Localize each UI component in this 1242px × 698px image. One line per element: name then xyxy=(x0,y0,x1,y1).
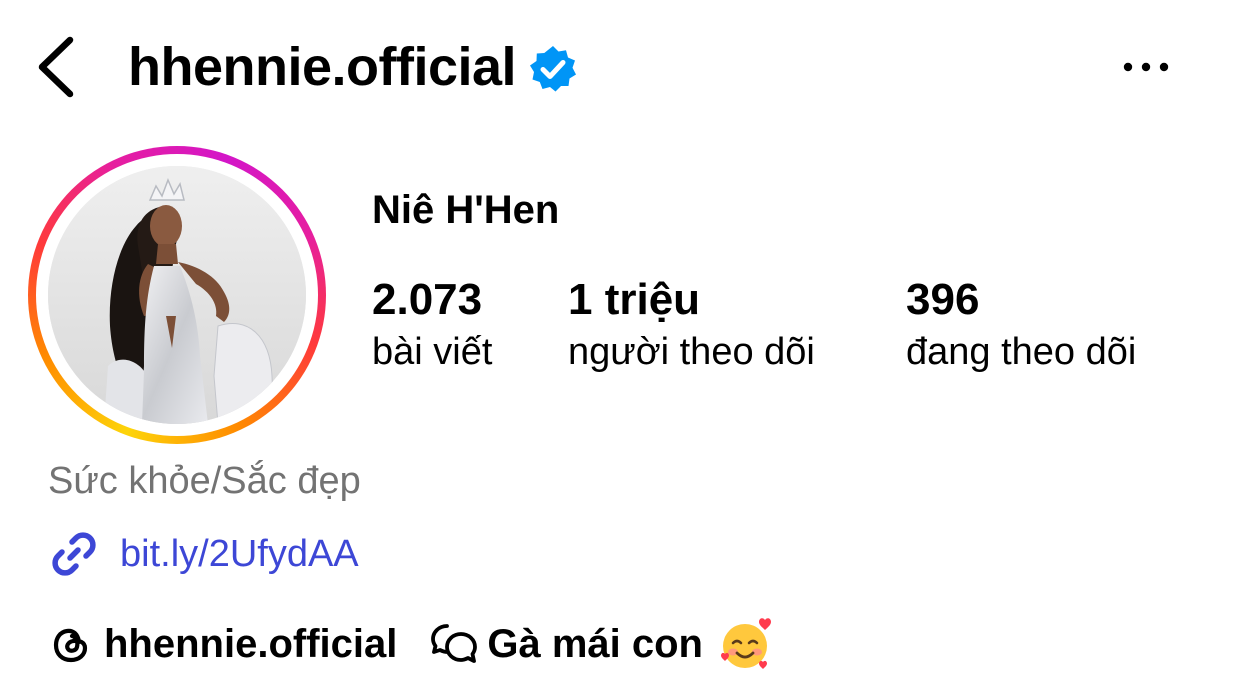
more-options-button[interactable] xyxy=(1118,52,1174,82)
avatar xyxy=(48,166,306,424)
verified-badge-icon xyxy=(528,44,578,94)
following-count: 396 xyxy=(906,275,980,324)
back-button[interactable] xyxy=(30,34,86,100)
stat-posts[interactable]: 2.073 bài viết xyxy=(372,274,492,378)
stat-following[interactable]: 396 đang theo dõi xyxy=(906,274,1136,378)
profile-photo xyxy=(48,166,306,424)
full-name: Niê H'Hen xyxy=(372,188,560,232)
note-chip[interactable]: Gà mái con xyxy=(429,616,773,672)
stat-followers[interactable]: 1 triệu người theo dõi xyxy=(568,274,815,378)
following-label: đang theo dõi xyxy=(906,331,1137,373)
link-text: bit.ly/2UfydAA xyxy=(120,532,359,575)
profile-category: Sức khỏe/Sắc đẹp xyxy=(48,460,361,502)
posts-count: 2.073 xyxy=(372,275,483,324)
threads-handle: hhennie.official xyxy=(104,621,398,666)
more-horizontal-icon xyxy=(1123,62,1169,72)
story-ring[interactable] xyxy=(28,146,326,444)
threads-badge[interactable]: hhennie.official xyxy=(48,621,397,667)
chat-bubbles-icon xyxy=(429,620,479,668)
followers-count: 1 triệu xyxy=(568,275,701,324)
posts-label: bài viết xyxy=(372,331,493,373)
followers-label: người theo dõi xyxy=(568,331,815,373)
note-text: Gà mái con xyxy=(487,621,703,666)
profile-page: hhennie.official Niê H'Hen 2.073 bài viế… xyxy=(0,0,1242,698)
bio-link[interactable]: bit.ly/2UfydAA xyxy=(48,526,359,582)
link-icon xyxy=(48,528,100,580)
threads-icon xyxy=(48,621,94,667)
smiling-face-with-hearts-icon xyxy=(717,616,773,672)
threads-row: hhennie.official Gà mái con xyxy=(48,614,773,674)
chevron-left-icon xyxy=(38,36,74,98)
header-title: hhennie.official xyxy=(128,30,578,104)
username: hhennie.official xyxy=(128,37,517,97)
